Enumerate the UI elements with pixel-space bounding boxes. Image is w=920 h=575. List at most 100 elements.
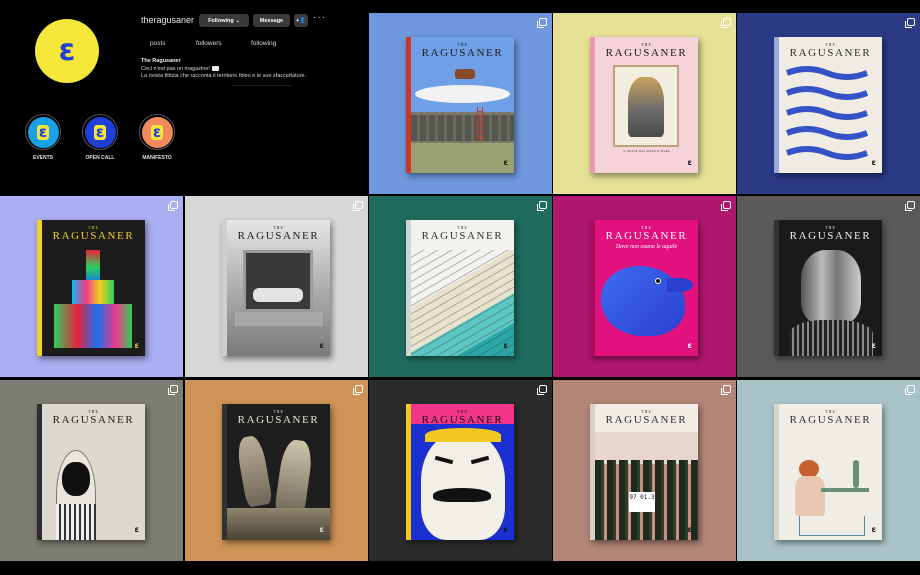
highlight-ring: ε bbox=[25, 114, 61, 150]
highlight-manifesto[interactable]: ε MANIFESTO bbox=[137, 114, 177, 161]
spiral-binding bbox=[42, 410, 45, 534]
masthead-title: RAGUSANER bbox=[52, 230, 135, 242]
masthead-title: RAGUSANER bbox=[421, 414, 504, 426]
magazine-cover: THE RAGUSANER ε bbox=[774, 37, 882, 173]
masthead-title: RAGUSANER bbox=[605, 230, 688, 242]
magazine-cover: THE RAGUSANER IL PESCE DEL MARE D'IBLEA … bbox=[590, 37, 698, 173]
magazine-cover: THE RAGUSANER ε bbox=[774, 404, 882, 540]
ragusaner-logo-icon: ε bbox=[58, 33, 76, 68]
post-tile[interactable]: THE RAGUSANER ε bbox=[0, 196, 183, 377]
profile-avatar[interactable]: ε bbox=[35, 19, 99, 83]
ragusaner-logo-icon: ε bbox=[871, 525, 876, 534]
post-tile[interactable]: THE RAGUSANER ε bbox=[369, 13, 552, 194]
more-options-icon[interactable]: ··· bbox=[313, 12, 326, 23]
highlight-cover: ε bbox=[27, 116, 59, 148]
carousel-icon bbox=[168, 385, 178, 395]
ragusaner-logo-icon: ε bbox=[134, 341, 139, 350]
ragusaner-logo-icon: ε bbox=[93, 122, 107, 141]
ragusaner-logo-icon: ε bbox=[36, 122, 50, 141]
masthead-title: RAGUSANER bbox=[605, 414, 688, 426]
ragusaner-logo-icon: ε bbox=[687, 158, 692, 167]
magazine-cover: THE RAGUSANER Dove non osano le aquile ε bbox=[590, 220, 698, 356]
masthead-title: RAGUSANER bbox=[421, 230, 504, 242]
add-user-icon: +👤 bbox=[295, 17, 307, 24]
carousel-icon bbox=[905, 18, 915, 28]
masthead-title: RAGUSANER bbox=[237, 230, 320, 242]
carousel-icon bbox=[905, 201, 915, 211]
ragusaner-logo-icon: ε bbox=[687, 525, 692, 534]
ragusaner-logo-icon: ε bbox=[871, 341, 876, 350]
following-label: Following bbox=[208, 17, 234, 24]
ragusaner-logo-icon: ε bbox=[503, 158, 508, 167]
magazine-cover: THE RAGUSANER ε bbox=[37, 404, 145, 540]
ragusaner-logo-icon: ε bbox=[150, 122, 164, 141]
following-button[interactable]: Following ⌄ bbox=[199, 14, 249, 27]
post-tile[interactable]: THE RAGUSANER 97 01.3 ε bbox=[553, 380, 736, 561]
post-tile[interactable]: THE RAGUSANER ε bbox=[369, 380, 552, 561]
highlight-label: EVENTS bbox=[32, 155, 53, 161]
post-tile[interactable]: THE RAGUSANER IL PESCE DEL MARE D'IBLEA … bbox=[553, 13, 736, 194]
highlight-label: OPEN CALL bbox=[85, 155, 115, 161]
cover-strapline: IL PESCE DEL MARE D'IBLEA bbox=[622, 150, 671, 153]
masthead-title: RAGUSANER bbox=[52, 414, 135, 426]
carousel-icon bbox=[721, 201, 731, 211]
magazine-cover: THE RAGUSANER 97 01.3 ε bbox=[590, 404, 698, 540]
ragusaner-logo-icon: ε bbox=[134, 525, 139, 534]
post-tile[interactable]: THE RAGUSANER ε bbox=[0, 380, 183, 561]
book-icon bbox=[211, 66, 219, 72]
post-tile[interactable]: THE RAGUSANER Dove non osano le aquile ε bbox=[553, 196, 736, 377]
carousel-icon bbox=[353, 385, 363, 395]
chevron-down-icon: ⌄ bbox=[235, 17, 240, 24]
cover-tagline: Dove non osano le aquile bbox=[615, 244, 678, 250]
highlight-label: MANIFESTO bbox=[142, 155, 172, 161]
carousel-icon bbox=[168, 201, 178, 211]
ragusaner-logo-icon: ε bbox=[687, 341, 692, 350]
message-button[interactable]: Message bbox=[253, 14, 290, 27]
following-count[interactable]: following bbox=[251, 40, 276, 47]
highlight-cover: ε bbox=[84, 116, 116, 148]
bio-line-2: La rivista fittizia che racconta il terr… bbox=[141, 73, 307, 79]
carousel-icon bbox=[537, 18, 547, 28]
highlight-ring: ε bbox=[82, 114, 118, 150]
ragusaner-logo-icon: ε bbox=[503, 525, 508, 534]
masthead-title: RAGUSANER bbox=[237, 414, 320, 426]
masthead-title: RAGUSANER bbox=[789, 414, 872, 426]
bio-line-1: Ceci n'est pas un magazine! bbox=[141, 66, 219, 72]
post-tile[interactable]: THE RAGUSANER ε bbox=[185, 196, 368, 377]
carousel-icon bbox=[537, 385, 547, 395]
carousel-icon bbox=[721, 18, 731, 28]
add-user-button[interactable]: +👤 bbox=[294, 14, 308, 27]
magazine-cover: THE RAGUSANER ε bbox=[37, 220, 145, 356]
ragusaner-logo-icon: ε bbox=[503, 341, 508, 350]
highlight-events[interactable]: ε EVENTS bbox=[23, 114, 63, 161]
post-tile[interactable]: THE RAGUSANER ε bbox=[185, 380, 368, 561]
carousel-icon bbox=[721, 385, 731, 395]
masthead-title: RAGUSANER bbox=[421, 47, 504, 59]
highlight-open-call[interactable]: ε OPEN CALL bbox=[80, 114, 120, 161]
magazine-cover: THE RAGUSANER ε bbox=[774, 220, 882, 356]
profile-username: theragusaner bbox=[141, 15, 195, 25]
masthead-title: RAGUSANER bbox=[789, 230, 872, 242]
ragusaner-logo-icon: ε bbox=[319, 341, 324, 350]
posts-count[interactable]: posts bbox=[150, 40, 166, 47]
ragusaner-logo-icon: ε bbox=[871, 158, 876, 167]
magazine-cover: THE RAGUSANER ε bbox=[406, 220, 514, 356]
carousel-icon bbox=[905, 385, 915, 395]
masthead-title: RAGUSANER bbox=[605, 47, 688, 59]
divider bbox=[231, 85, 291, 86]
magazine-cover: THE RAGUSANER ε bbox=[222, 404, 330, 540]
ragusaner-logo-icon: ε bbox=[319, 525, 324, 534]
post-tile[interactable]: THE RAGUSANER ε bbox=[369, 196, 552, 377]
post-tile[interactable]: THE RAGUSANER ε bbox=[737, 13, 920, 194]
cover-sign: 97 01.3 bbox=[629, 492, 655, 512]
post-tile[interactable]: THE RAGUSANER ε bbox=[737, 196, 920, 377]
post-tile[interactable]: THE RAGUSANER ε bbox=[737, 380, 920, 561]
carousel-icon bbox=[353, 201, 363, 211]
bio-name: The Ragusaner bbox=[141, 58, 181, 64]
magazine-cover: THE RAGUSANER ε bbox=[222, 220, 330, 356]
followers-count[interactable]: followers bbox=[196, 40, 222, 47]
magazine-cover: THE RAGUSANER ε bbox=[406, 37, 514, 173]
magazine-cover: THE RAGUSANER ε bbox=[406, 404, 514, 540]
highlight-cover: ε bbox=[141, 116, 173, 148]
carousel-icon bbox=[537, 201, 547, 211]
